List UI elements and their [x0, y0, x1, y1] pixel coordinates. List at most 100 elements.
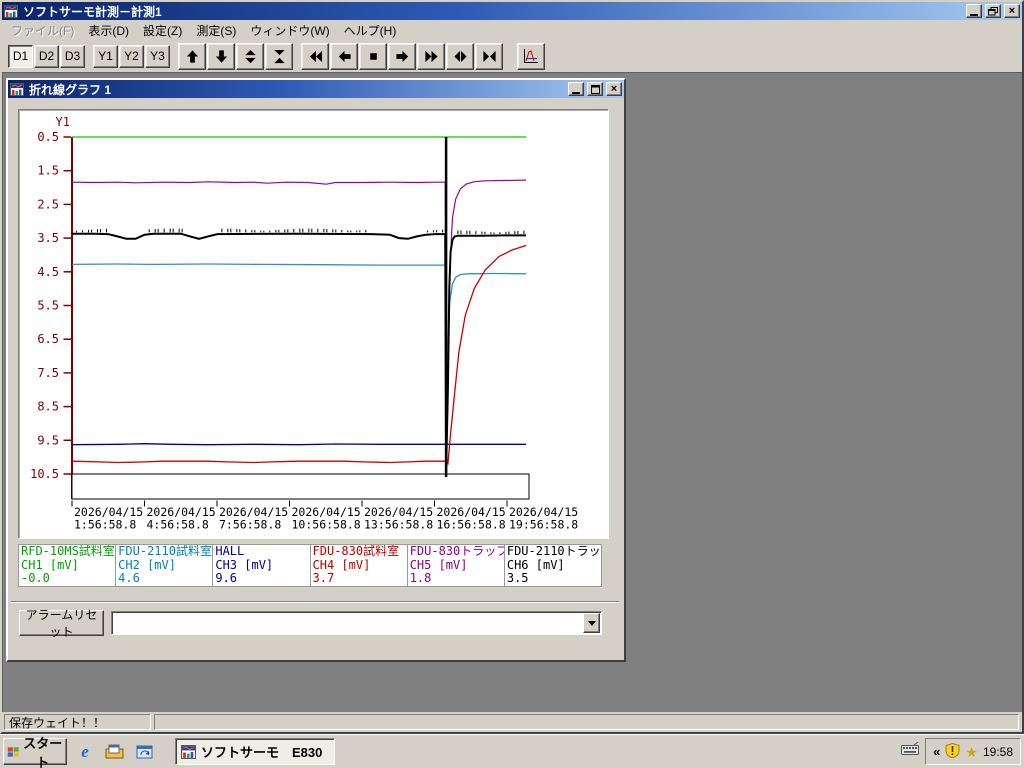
- tray-chevron-icon[interactable]: «: [933, 744, 940, 759]
- toolbar-scroll-up-button[interactable]: [178, 42, 206, 70]
- toolbar-graph-button[interactable]: [517, 42, 545, 70]
- compress-vertical-icon: [273, 49, 285, 63]
- toolbar-step-right-button[interactable]: [388, 42, 416, 70]
- menu-settings[interactable]: 設定(Z): [136, 20, 189, 41]
- ime-keyboard-icon[interactable]: [901, 741, 920, 761]
- task-button-softthermo[interactable]: ソフトサーモ E830: [175, 738, 335, 765]
- channel-label: CH3 [mV]: [215, 557, 274, 572]
- quicklaunch-ie-icon[interactable]: e: [73, 740, 97, 764]
- graph-window-icon: [10, 82, 24, 96]
- menu-view[interactable]: 表示(D): [81, 20, 136, 41]
- channel-value: 3.7: [312, 571, 335, 585]
- toolbar-d3-button[interactable]: D3: [60, 44, 85, 68]
- windows-logo-icon: [7, 746, 19, 757]
- series-line-CH5: [71, 179, 527, 468]
- toolbar-stop-button[interactable]: [359, 42, 387, 70]
- shield-icon: [945, 742, 960, 758]
- line-chart[interactable]: Y10.51.52.53.54.55.56.57.58.59.510.52026…: [19, 110, 606, 536]
- app-icon: [4, 4, 18, 18]
- x-time-label: 4:56:58.8: [147, 518, 209, 532]
- channel-value: -0.0: [21, 571, 50, 585]
- alarm-combobox[interactable]: [111, 611, 602, 635]
- toolbar-compress-horizontal-button[interactable]: [475, 42, 503, 70]
- restore-button[interactable]: [985, 4, 1001, 18]
- graph-minimize-button[interactable]: [568, 82, 584, 96]
- toolbar-y3-button[interactable]: Y3: [145, 44, 170, 68]
- toolbar-y1-button[interactable]: Y1: [93, 44, 118, 68]
- minimize-button[interactable]: [966, 4, 982, 18]
- series-line-CH4: [71, 244, 527, 466]
- app-title: ソフトサーモ計測－計測1: [23, 4, 162, 19]
- fast-rewind-icon: [309, 50, 322, 62]
- start-button[interactable]: スタート: [3, 736, 67, 768]
- toolbar-y2-button[interactable]: Y2: [119, 44, 144, 68]
- fast-forward-icon: [424, 50, 438, 62]
- star-icon[interactable]: ★: [965, 745, 978, 759]
- keyboard-icon: [901, 741, 920, 755]
- desktop-folder-icon: [105, 744, 124, 758]
- graph-maximize-button[interactable]: [587, 82, 603, 96]
- channel-name: HALL: [215, 545, 245, 558]
- start-label: スタート: [23, 735, 63, 768]
- combobox-dropdown-button[interactable]: [583, 613, 600, 633]
- minimize-icon: [970, 13, 978, 16]
- maximize-icon: [590, 84, 600, 94]
- toolbar-d1-button[interactable]: D1: [8, 44, 33, 68]
- status-message: 保存ウェイト！！: [9, 715, 106, 730]
- graph-titlebar[interactable]: 折れ線グラフ 1 ×: [8, 80, 624, 98]
- arrow-down-icon: [215, 49, 227, 63]
- channel-value: 4.6: [118, 571, 140, 585]
- toolbar-expand-vertical-button[interactable]: [236, 42, 264, 70]
- channel-label: CH2 [mV]: [118, 557, 176, 572]
- toolbar-d2-button[interactable]: D2: [34, 44, 59, 68]
- legend-cell-ch3: HALL CH3 [mV] 9.6: [213, 545, 311, 586]
- status-message-panel: 保存ウェイト！！: [4, 714, 151, 730]
- ie-icon: e: [81, 741, 89, 761]
- toolbar-compress-vertical-button[interactable]: [265, 42, 293, 70]
- task-app-icon: [181, 744, 196, 759]
- toolbar-fast-forward-button[interactable]: [417, 42, 445, 70]
- toolbar-step-left-button[interactable]: [330, 42, 358, 70]
- y-axis-title: Y1: [56, 115, 70, 129]
- app-titlebar[interactable]: ソフトサーモ計測－計測1 ×: [2, 2, 1022, 20]
- graph-window: 折れ線グラフ 1 × Y1 0.5 1.5 2.5 3.5 4.5 5.5 6.5 7.5 8.5…: [6, 78, 626, 662]
- y-tick-label: 8.5: [37, 400, 59, 414]
- toolbar: D1 D2 D3 Y1 Y2 Y3: [2, 40, 1022, 72]
- legend-cell-ch5: FDU-830トラップ CH5 [mV] 1.8: [408, 545, 505, 586]
- expand-vertical-icon: [244, 49, 256, 63]
- y-tick-label: 3.5: [37, 231, 59, 245]
- status-bar: 保存ウェイト！！: [2, 712, 1022, 732]
- arrow-up-icon: [186, 49, 198, 63]
- chevron-down-icon: [587, 620, 596, 626]
- quicklaunch-outlook-icon[interactable]: [133, 740, 157, 764]
- y-tick-label: 2.5: [37, 197, 59, 211]
- channel-value: 3.5: [506, 571, 529, 585]
- channel-name: FDU-830試料室: [312, 545, 400, 558]
- chart-area[interactable]: Y1 0.5 1.5 2.5 3.5 4.5 5.5 6.5 7.5 8.5 9.5 10.5 2026…: [18, 109, 609, 539]
- x-time-label: 13:56:58.8: [364, 518, 433, 532]
- toolbar-fast-rewind-button[interactable]: [301, 42, 329, 70]
- alarm-reset-button[interactable]: アラームリセット: [19, 608, 104, 639]
- security-alert-icon[interactable]: [945, 742, 960, 761]
- graph-window-body: Y1 0.5 1.5 2.5 3.5 4.5 5.5 6.5 7.5 8.5 9.5 10.5 2026…: [8, 98, 624, 659]
- legend-cell-ch2: FDU-2110試料室 CH2 [mV] 4.6: [116, 545, 214, 586]
- graph-close-button[interactable]: ×: [606, 82, 622, 96]
- y-tick-label: 1.5: [37, 164, 59, 178]
- close-button[interactable]: ×: [1004, 4, 1020, 18]
- menu-bar: ファイル(F) 表示(D) 設定(Z) 測定(S) ウィンドウ(W) ヘルプ(H…: [2, 20, 1022, 40]
- menu-file[interactable]: ファイル(F): [4, 20, 81, 41]
- toolbar-scroll-down-button[interactable]: [207, 42, 235, 70]
- tray-clock[interactable]: 19:58: [983, 745, 1013, 759]
- task-button-label: ソフトサーモ E830: [201, 745, 323, 760]
- menu-measure[interactable]: 測定(S): [189, 20, 243, 41]
- stop-icon: [369, 52, 377, 60]
- toolbar-expand-horizontal-button[interactable]: [446, 42, 474, 70]
- quicklaunch-show-desktop-icon[interactable]: [103, 740, 127, 764]
- menu-window[interactable]: ウィンドウ(W): [243, 20, 336, 41]
- menu-help[interactable]: ヘルプ(H): [337, 20, 404, 41]
- channel-label: CH6 [mV]: [506, 557, 565, 572]
- y-tick-label: 7.5: [37, 366, 59, 380]
- app-window: ソフトサーモ計測－計測1 × ファイル(F) 表示(D) 設定(Z) 測定(S)…: [0, 0, 1024, 734]
- y-tick-label: 4.5: [37, 265, 59, 279]
- y-tick-label: 6.5: [37, 332, 59, 346]
